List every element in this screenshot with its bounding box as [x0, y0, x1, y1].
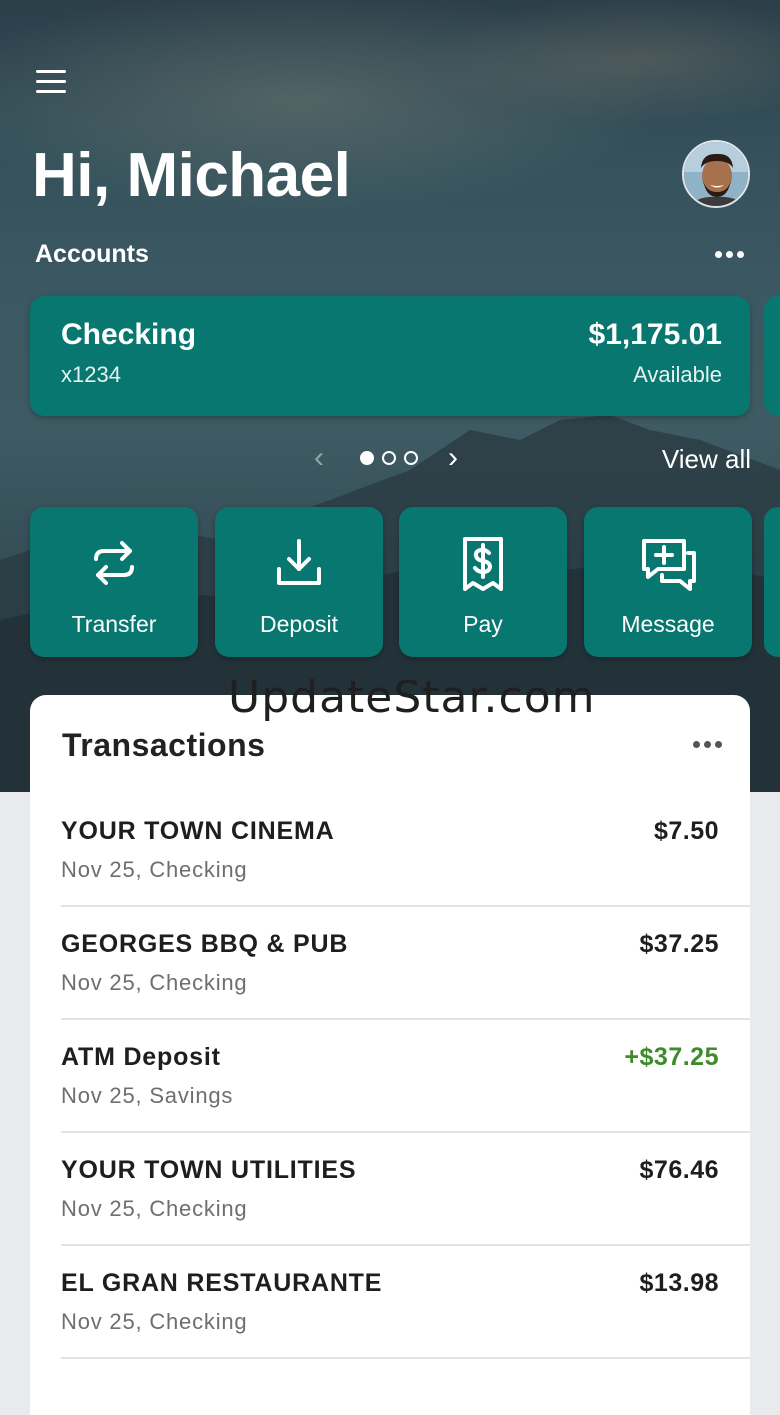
account-balance: $1,175.01 [588, 318, 722, 351]
transactions-more-button[interactable] [693, 741, 722, 748]
transaction-merchant: GEORGES BBQ & PUB [61, 930, 349, 958]
greeting-title: Hi, Michael [32, 141, 351, 210]
transaction-amount: $7.50 [653, 817, 719, 845]
menu-button[interactable] [36, 70, 70, 98]
transaction-merchant: EL GRAN RESTAURANTE [61, 1269, 383, 1297]
divider [61, 1244, 750, 1246]
account-pager: ‹ › [308, 443, 478, 473]
accounts-heading: Accounts [35, 240, 149, 268]
account-card-checking[interactable]: Checking x1234 $1,175.01 Available [30, 296, 750, 416]
user-avatar[interactable] [682, 140, 750, 208]
message-button[interactable]: Message [584, 507, 752, 657]
message-label: Message [621, 611, 715, 637]
transaction-meta: Nov 25, Savings [61, 1083, 234, 1108]
transaction-meta: Nov 25, Checking [61, 1196, 248, 1221]
avatar-image [684, 142, 748, 206]
next-account-card-peek[interactable] [764, 296, 780, 416]
transaction-meta: Nov 25, Checking [61, 970, 248, 995]
chevron-left-icon[interactable]: ‹ [314, 443, 324, 473]
transaction-row[interactable]: EL GRAN RESTAURANTE Nov 25, Checking $13… [30, 1247, 750, 1359]
divider [61, 1131, 750, 1133]
deposit-label: Deposit [260, 611, 338, 637]
receipt-dollar-icon [463, 537, 503, 591]
transaction-meta: Nov 25, Checking [61, 1309, 248, 1334]
transaction-amount-credit: +$37.25 [624, 1043, 719, 1071]
more-horizontal-icon [693, 741, 700, 748]
transaction-meta: Nov 25, Checking [61, 857, 248, 882]
transfer-arrows-icon [94, 541, 134, 585]
transaction-merchant: ATM Deposit [61, 1043, 221, 1071]
pay-label: Pay [463, 611, 503, 637]
watermark-text: UpdateStar.com [228, 672, 596, 723]
balance-label: Available [633, 362, 722, 387]
pager-dot-1[interactable] [360, 451, 374, 465]
transaction-row[interactable]: ATM Deposit Nov 25, Savings +$37.25 [30, 1021, 750, 1133]
hamburger-menu-icon [36, 70, 66, 73]
divider [61, 1018, 750, 1020]
account-name: Checking [61, 318, 197, 351]
transaction-amount: $37.25 [639, 930, 719, 958]
transfer-label: Transfer [71, 611, 157, 637]
transaction-amount: $76.46 [639, 1156, 719, 1184]
pager-dot-2[interactable] [382, 451, 396, 465]
accounts-more-button[interactable] [715, 251, 744, 258]
chevron-right-icon[interactable]: › [448, 443, 458, 473]
view-all-link[interactable]: View all [662, 444, 751, 475]
transactions-title: Transactions [62, 727, 266, 763]
divider [61, 1357, 750, 1359]
transactions-panel: Transactions YOUR TOWN CINEMA Nov 25, Ch… [30, 695, 750, 1415]
more-horizontal-icon [715, 251, 722, 258]
download-tray-icon [277, 539, 321, 585]
divider [61, 905, 750, 907]
transaction-row[interactable]: GEORGES BBQ & PUB Nov 25, Checking $37.2… [30, 908, 750, 1020]
account-number: x1234 [61, 362, 121, 387]
transaction-row[interactable]: YOUR TOWN UTILITIES Nov 25, Checking $76… [30, 1134, 750, 1246]
transaction-merchant: YOUR TOWN CINEMA [61, 817, 335, 845]
pager-dot-3[interactable] [404, 451, 418, 465]
transaction-merchant: YOUR TOWN UTILITIES [61, 1156, 357, 1184]
deposit-button[interactable]: Deposit [215, 507, 383, 657]
transaction-row[interactable]: YOUR TOWN CINEMA Nov 25, Checking $7.50 [30, 795, 750, 907]
transfer-button[interactable]: Transfer [30, 507, 198, 657]
next-action-peek[interactable] [764, 507, 780, 657]
message-plus-icon [642, 539, 696, 591]
transaction-amount: $13.98 [639, 1269, 719, 1297]
pay-button[interactable]: Pay [399, 507, 567, 657]
